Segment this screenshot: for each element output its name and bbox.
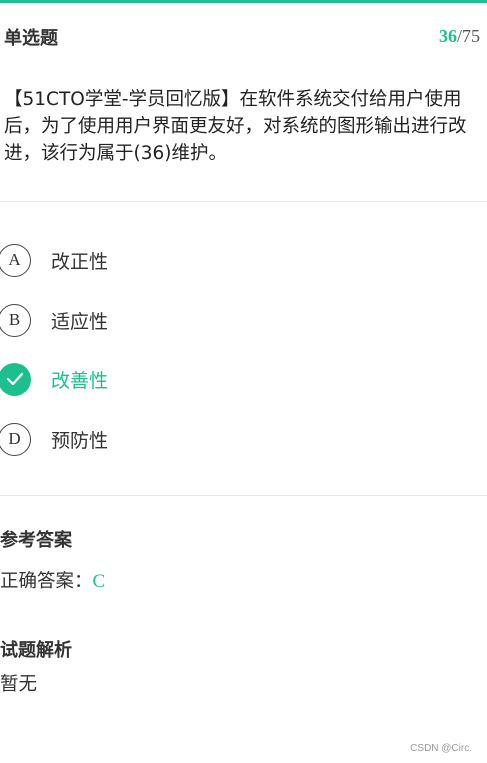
analysis-content: 暂无 [0,674,38,695]
options-divider [0,495,487,496]
question-stem: 【51CTO学堂-学员回忆版】在软件系统交付给用户使用后，为了使用用户界面更友好… [4,89,467,164]
option-a-bubble[interactable]: A [0,243,31,277]
top-accent-bar [0,0,487,3]
question-type-label: 单选题 [4,28,58,49]
option-c[interactable]: 改善性 [0,359,487,399]
option-d[interactable]: D 预防性 [0,419,487,459]
option-d-bubble[interactable]: D [0,422,31,456]
correct-answer-value: C [92,571,106,592]
option-d-text: 预防性 [51,429,109,452]
option-b-text: 适应性 [51,310,109,333]
total-question-count: 75 [462,26,480,46]
analysis-title: 试题解析 [0,640,72,661]
option-c-text: 改善性 [51,369,109,392]
option-b-bubble[interactable]: B [0,303,31,337]
option-a-text: 改正性 [51,250,109,273]
stem-divider [0,201,487,202]
option-c-bubble[interactable] [0,362,31,396]
correct-answer: 正确答案：C [0,567,105,593]
reference-answer-title: 参考答案 [0,530,72,551]
question-progress: 36/75 [439,26,480,47]
watermark: CSDN @Circ. [410,743,472,754]
option-b[interactable]: B 适应性 [0,300,487,340]
correct-answer-label: 正确答案： [0,571,93,592]
checkmark-icon [6,372,23,386]
option-a[interactable]: A 改正性 [0,240,487,280]
current-question-number: 36 [438,26,457,46]
